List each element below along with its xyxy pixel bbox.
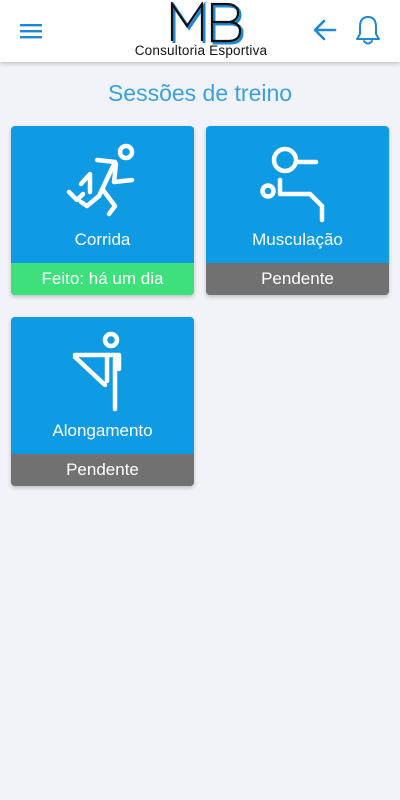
back-arrow-icon[interactable] [311, 16, 339, 44]
session-status-badge: Pendente [11, 454, 194, 486]
session-card-musculacao[interactable]: Musculação Pendente [206, 126, 389, 295]
weightlifting-icon [260, 146, 325, 223]
top-app-bar: Consultoria Esportiva [0, 0, 400, 62]
session-label: Musculação [252, 230, 343, 249]
logo-subtitle: Consultoria Esportiva [134, 43, 268, 58]
app-logo: Consultoria Esportiva [126, 2, 276, 60]
running-icon [66, 143, 135, 217]
session-label: Corrida [74, 230, 131, 249]
menu-icon[interactable] [18, 18, 44, 44]
mb-logo-mark [170, 2, 244, 45]
stretching-icon [72, 331, 122, 412]
session-card-corrida[interactable]: Corrida Feito: há um dia [11, 126, 194, 295]
notification-bell-icon[interactable] [354, 14, 382, 46]
session-label: Alongamento [52, 421, 153, 440]
session-card-alongamento[interactable]: Alongamento Pendente [11, 317, 194, 486]
session-status-badge: Feito: há um dia [11, 263, 194, 295]
session-status-badge: Pendente [206, 263, 389, 295]
page-title: Sessões de treino [107, 80, 293, 106]
